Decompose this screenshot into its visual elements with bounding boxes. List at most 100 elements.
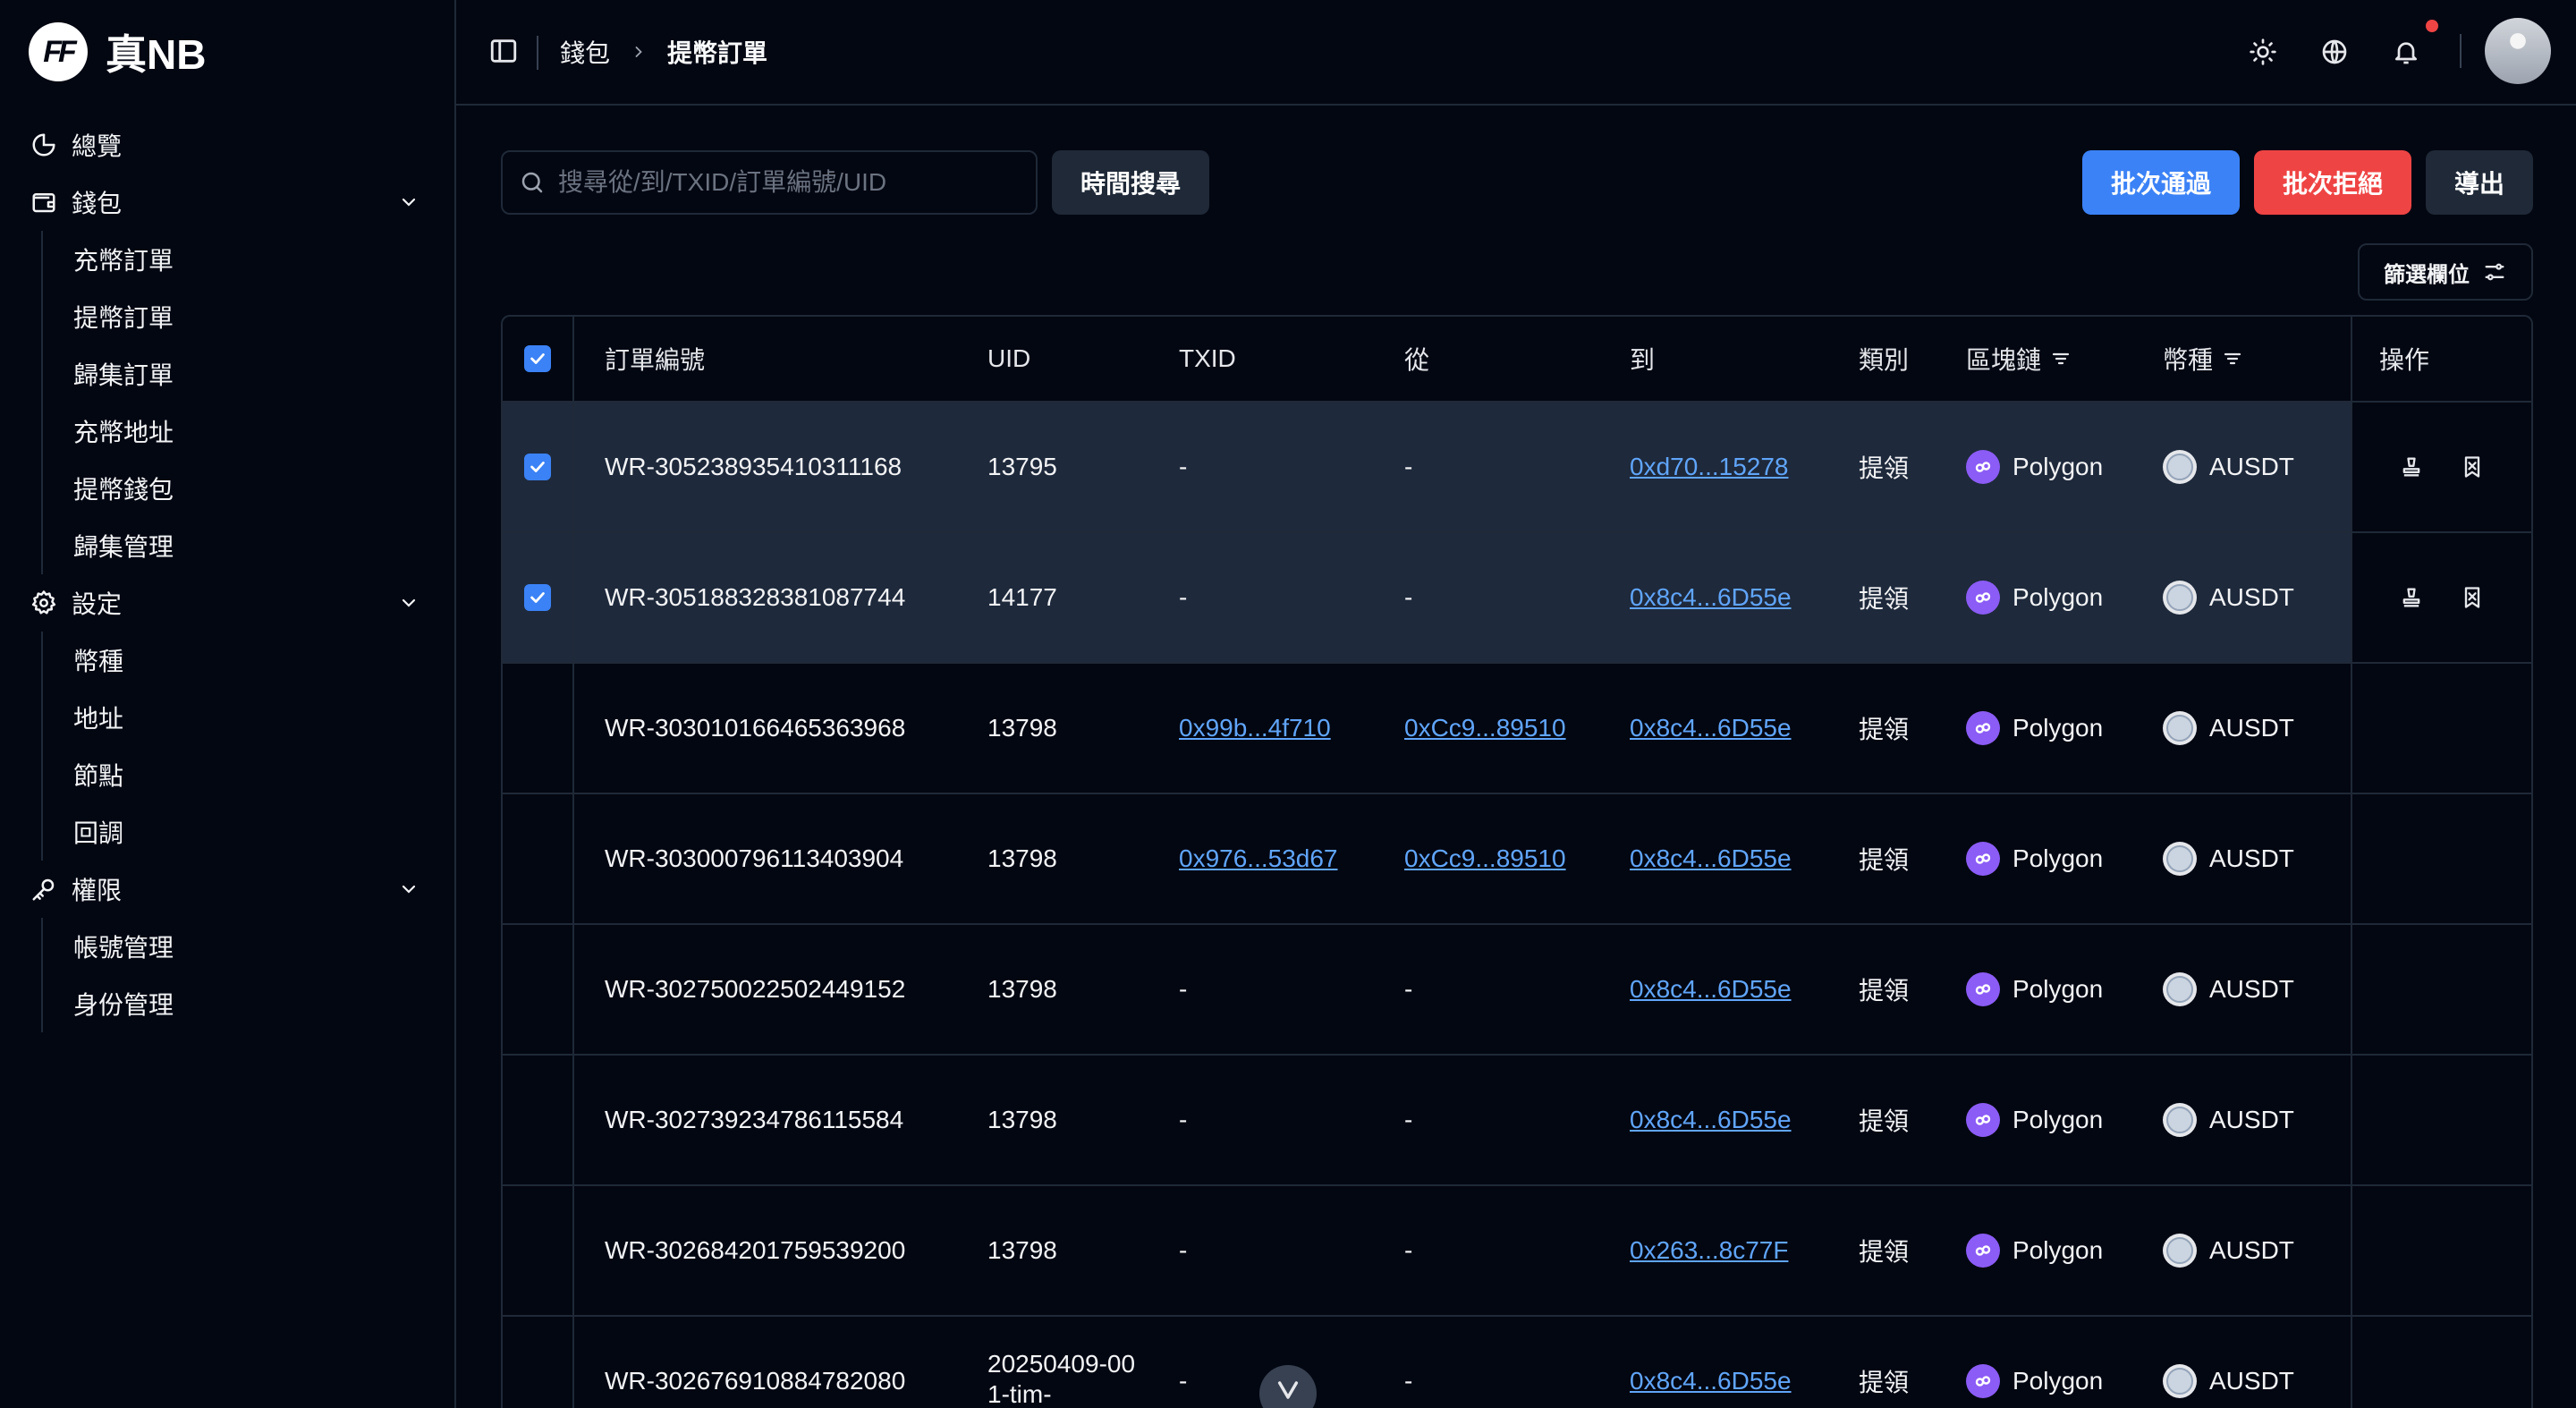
chain-cell: Polygon: [1966, 1186, 2103, 1315]
table-row[interactable]: WR-305188328381087744 14177 - - 0x8c4...6D55…: [503, 533, 2531, 664]
txid-value: -: [1179, 453, 1188, 480]
table-row[interactable]: WR-303010166465363968 13798 0x99b...4f710 0…: [503, 664, 2531, 794]
search-input[interactable]: [558, 168, 1023, 197]
chevron-down-icon[interactable]: [395, 876, 422, 903]
chain-cell: Polygon: [1966, 533, 2103, 662]
order-id: WR-302750022502449152: [605, 975, 906, 1003]
sidebar-item-accounts[interactable]: 帳號管理: [43, 918, 454, 975]
txid-link[interactable]: 0x99b...4f710: [1179, 714, 1331, 742]
chevron-down-icon[interactable]: [395, 589, 422, 616]
approve-stamp-icon[interactable]: [2399, 454, 2424, 479]
sidebar-item-collect-management[interactable]: 歸集管理: [43, 517, 454, 574]
to-address-link[interactable]: 0x263...8c77F: [1630, 1236, 1788, 1265]
search-box: [501, 150, 1038, 215]
avatar[interactable]: [2485, 18, 2551, 84]
to-address-link[interactable]: 0x8c4...6D55e: [1630, 975, 1792, 1004]
type: 提領: [1859, 1107, 1910, 1135]
coin-cell: AUSDT: [2163, 1186, 2294, 1315]
from-address-link[interactable]: 0xCc9...89510: [1404, 844, 1566, 873]
row-select-cell: [503, 664, 574, 793]
select-all-checkbox[interactable]: [524, 345, 551, 372]
sidebar-group-wallet[interactable]: 錢包: [0, 174, 454, 231]
sidebar-item-callbacks[interactable]: 回調: [43, 803, 454, 861]
from-cell: -: [1404, 533, 1412, 662]
chain-name: Polygon: [2012, 844, 2104, 872]
filter-icon[interactable]: [2050, 348, 2072, 369]
breadcrumb-parent[interactable]: 錢包: [560, 34, 610, 70]
table-row[interactable]: WR-302676910884782080 20250409-001-tim- - -…: [503, 1317, 2531, 1408]
coin-icon: [2163, 711, 2197, 745]
sidebar-item-deposit-address[interactable]: 充幣地址: [43, 403, 454, 460]
row-checkbox[interactable]: [524, 454, 551, 480]
globe-icon[interactable]: [2317, 34, 2352, 70]
chevron-down-icon[interactable]: [395, 189, 422, 216]
polygon-icon: [1966, 1234, 2000, 1268]
chain-cell: Polygon: [1966, 925, 2103, 1054]
sidebar-item-nodes[interactable]: 節點: [43, 746, 454, 803]
txid-value: -: [1179, 1106, 1188, 1133]
table-row[interactable]: WR-303000796113403904 13798 0x976...53d67 0…: [503, 794, 2531, 925]
row-checkbox[interactable]: [524, 584, 551, 611]
type: 提領: [1859, 977, 1910, 1005]
chain-name: Polygon: [2012, 975, 2104, 1003]
sidebar-toggle-icon[interactable]: [488, 36, 521, 68]
from-cell: -: [1404, 925, 1412, 1054]
coin-icon: [2163, 450, 2197, 484]
order-id: WR-305188328381087744: [605, 583, 906, 611]
sidebar-item-overview[interactable]: 總覽: [0, 116, 454, 174]
order-id: WR-305238935410311168: [605, 453, 902, 480]
table-row[interactable]: WR-302739234786115584 13798 - - 0x8c4...6D55…: [503, 1056, 2531, 1186]
from-cell: -: [1404, 1056, 1412, 1184]
coin-icon: [2163, 1103, 2197, 1137]
to-address-link[interactable]: 0xd70...15278: [1630, 453, 1789, 481]
wallet-icon: [29, 187, 59, 217]
to-address-link[interactable]: 0x8c4...6D55e: [1630, 583, 1792, 612]
table-row[interactable]: WR-305238935410311168 13795 - - 0xd70...1527…: [503, 403, 2531, 533]
header-to: 到: [1630, 346, 1656, 374]
polygon-icon: [1966, 842, 2000, 876]
sidebar-group-permissions[interactable]: 權限: [0, 861, 454, 918]
ops-cell: [2351, 794, 2531, 923]
sidebar-item-withdraw-orders[interactable]: 提幣訂單: [43, 288, 454, 345]
to-address-link[interactable]: 0x8c4...6D55e: [1630, 714, 1792, 742]
from-cell: -: [1404, 1317, 1412, 1408]
table-row[interactable]: WR-302750022502449152 13798 - - 0x8c4...6D55…: [503, 925, 2531, 1056]
txid-link[interactable]: 0x976...53d67: [1179, 844, 1338, 873]
from-address-value: -: [1404, 583, 1413, 611]
batch-approve-button[interactable]: 批次通過: [2082, 150, 2240, 215]
sidebar-sub-permissions: 帳號管理 身份管理: [41, 918, 454, 1032]
sidebar-item-coins[interactable]: 幣種: [43, 632, 454, 689]
to-cell: 0x8c4...6D55e: [1630, 1317, 1792, 1408]
approve-stamp-icon[interactable]: [2399, 585, 2424, 610]
filter-icon[interactable]: [2222, 348, 2243, 369]
from-address-link[interactable]: 0xCc9...89510: [1404, 714, 1566, 742]
reject-bookmark-icon[interactable]: [2460, 454, 2485, 479]
gear-icon: [29, 588, 59, 618]
sun-icon[interactable]: [2245, 34, 2281, 70]
sidebar-item-label: 總覽: [72, 132, 123, 160]
batch-reject-button[interactable]: 批次拒絕: [2254, 150, 2411, 215]
brand[interactable]: FF 真NB: [29, 21, 206, 82]
table-row[interactable]: WR-302684201759539200 13798 - - 0x263...8c77…: [503, 1186, 2531, 1317]
breadcrumb: 錢包 提幣訂單: [560, 32, 767, 72]
sidebar-item-addresses[interactable]: 地址: [43, 689, 454, 746]
time-search-button[interactable]: 時間搜尋: [1052, 150, 1209, 215]
to-address-link[interactable]: 0x8c4...6D55e: [1630, 1367, 1792, 1395]
sidebar-item-deposit-orders[interactable]: 充幣訂單: [43, 231, 454, 288]
bell-icon[interactable]: [2388, 34, 2424, 70]
uid: 13798: [987, 714, 1057, 742]
chain-name: Polygon: [2012, 583, 2104, 611]
filter-columns-button[interactable]: 篩選欄位: [2358, 243, 2533, 301]
reject-bookmark-icon[interactable]: [2460, 585, 2485, 610]
txid-value: -: [1179, 1236, 1188, 1264]
sidebar-group-settings[interactable]: 設定: [0, 574, 454, 632]
sidebar-item-withdraw-wallet[interactable]: 提幣錢包: [43, 460, 454, 517]
from-cell: 0xCc9...89510: [1404, 664, 1566, 793]
header-chain-label: 區塊鏈: [1966, 346, 2042, 374]
sidebar-item-collect-orders[interactable]: 歸集訂單: [43, 345, 454, 403]
sidebar-item-roles[interactable]: 身份管理: [43, 975, 454, 1032]
row-select-cell: [503, 1317, 574, 1408]
to-address-link[interactable]: 0x8c4...6D55e: [1630, 844, 1792, 873]
export-button[interactable]: 導出: [2426, 150, 2533, 215]
to-address-link[interactable]: 0x8c4...6D55e: [1630, 1106, 1792, 1134]
